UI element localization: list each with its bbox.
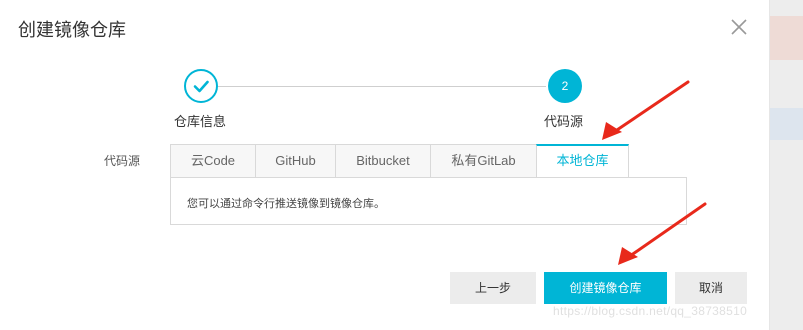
panel-description: 您可以通过命令行推送镜像到镜像仓库。 [187, 198, 385, 210]
background-cell [770, 108, 803, 140]
tab-private-gitlab[interactable]: 私有GitLab [430, 144, 536, 178]
prev-step-button[interactable]: 上一步 [450, 272, 536, 304]
steps-connector [218, 86, 546, 87]
background-page-strip [770, 0, 803, 330]
source-label: 代码源 [104, 154, 141, 168]
create-repo-dialog: 创建镜像仓库 2 仓库信息 代码源 代码源 云Code GitHub Bitbu… [0, 0, 770, 330]
step-1-label: 仓库信息 [174, 114, 227, 129]
tab-yuncode[interactable]: 云Code [170, 144, 255, 178]
tab-github[interactable]: GitHub [255, 144, 335, 178]
tab-bitbucket[interactable]: Bitbucket [335, 144, 430, 178]
step-2-circle: 2 [548, 69, 582, 103]
tab-local-repo[interactable]: 本地仓库 [536, 144, 629, 178]
dialog-title: 创建镜像仓库 [18, 20, 126, 40]
source-tabs: 云Code GitHub Bitbucket 私有GitLab 本地仓库 [170, 144, 629, 178]
check-icon [193, 80, 209, 93]
tab-panel: 您可以通过命令行推送镜像到镜像仓库。 [170, 177, 687, 225]
close-icon[interactable] [728, 16, 750, 38]
step-1-circle [184, 69, 218, 103]
background-cell [770, 16, 803, 60]
cancel-button[interactable]: 取消 [675, 272, 747, 304]
step-2-label: 代码源 [544, 114, 584, 129]
watermark: https://blog.csdn.net/qq_38738510 [553, 304, 748, 318]
create-repo-button[interactable]: 创建镜像仓库 [544, 272, 667, 304]
